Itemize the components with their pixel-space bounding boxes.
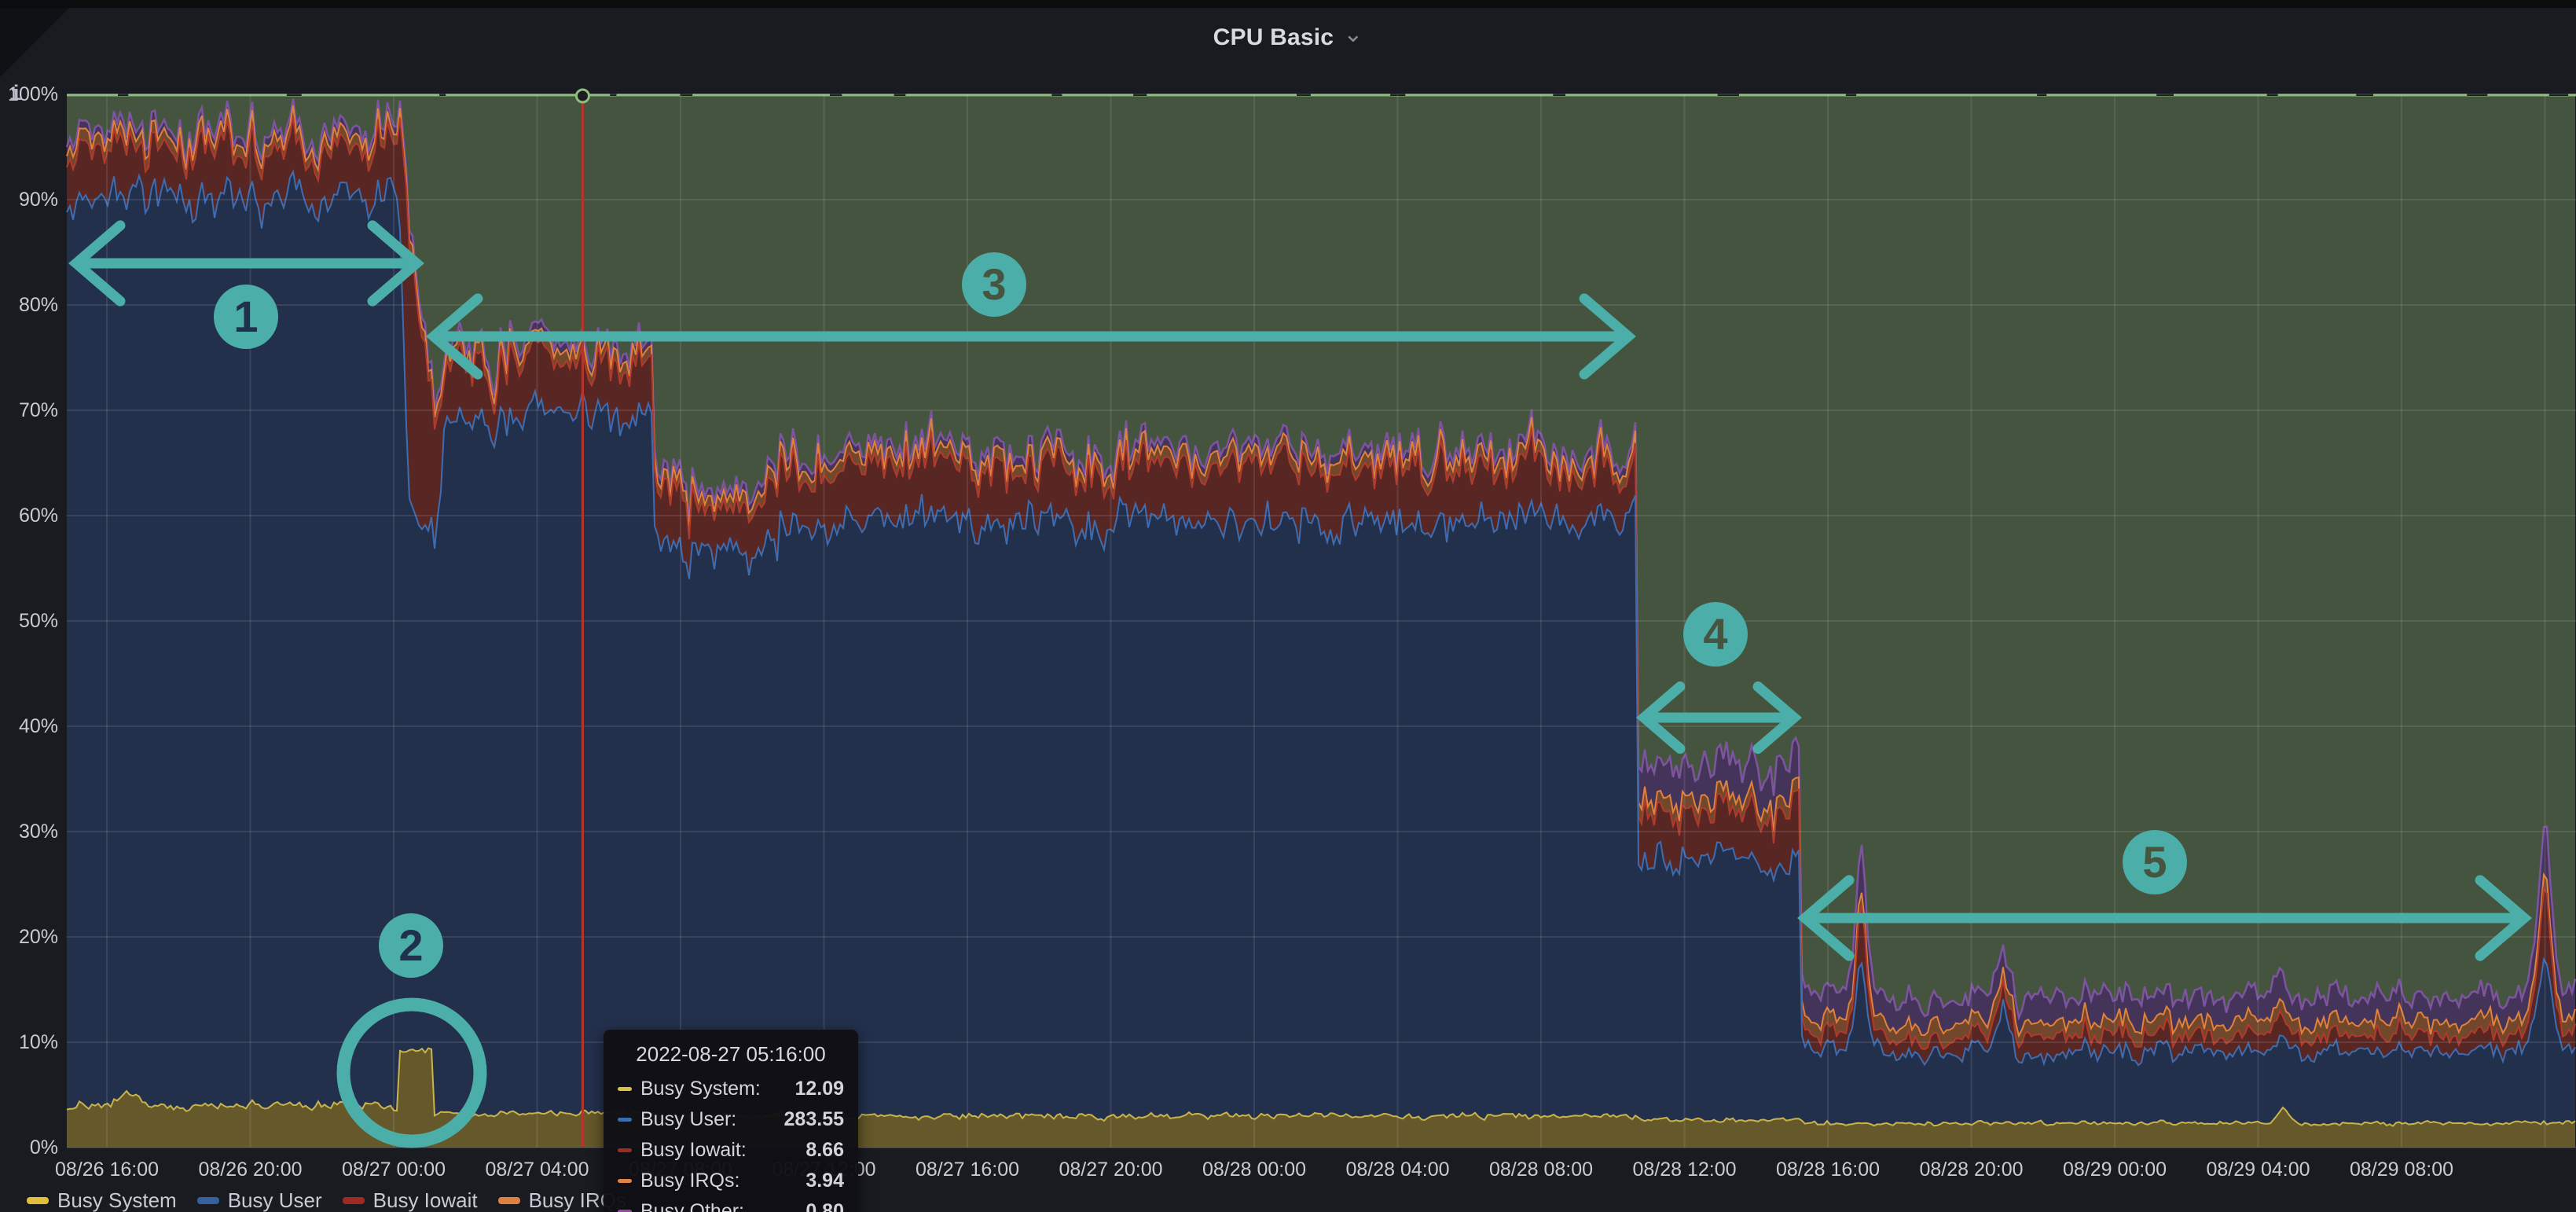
tooltip-series-value: 283.55 xyxy=(784,1108,844,1131)
tooltip-series-dash xyxy=(618,1148,632,1152)
tooltip-series-dash xyxy=(618,1179,632,1183)
annotation-overlay: 1 2 3 4 5 xyxy=(0,8,2576,1212)
tooltip-row: Busy IRQs:3.94 xyxy=(618,1170,844,1192)
annotation-badge-4: 4 xyxy=(1683,602,1748,667)
chevron-down-icon: ⌄ xyxy=(1343,27,1363,42)
annotation-badge-5: 5 xyxy=(2123,830,2187,894)
tooltip-series-label: Busy IRQs: xyxy=(640,1170,805,1192)
annotation-badge-3: 3 xyxy=(962,252,1026,317)
annotation-badge-2: 2 xyxy=(379,913,443,978)
tooltip-series-value: 3.94 xyxy=(805,1170,844,1192)
tooltip-series-dash xyxy=(618,1087,632,1091)
tooltip-row: Busy Iowait:8.66 xyxy=(618,1139,844,1162)
annotation-badge-number: 4 xyxy=(1703,609,1727,659)
tooltip-series-label: Busy User: xyxy=(640,1108,784,1131)
panel-title[interactable]: CPU Basic xyxy=(1213,24,1334,51)
info-icon: i xyxy=(9,83,22,107)
tooltip-series-label: Busy System: xyxy=(640,1078,794,1100)
annotation-badge-number: 3 xyxy=(982,259,1006,309)
tooltip-row: Busy Other:0.80 xyxy=(618,1200,844,1212)
annotation-badge-number: 1 xyxy=(233,292,258,341)
annotation-badge-number: 2 xyxy=(398,920,423,970)
tooltip: 2022-08-27 05:16:00 Busy System:12.09Bus… xyxy=(604,1030,858,1212)
panel-header[interactable]: CPU Basic ⌄ xyxy=(0,20,2576,55)
annotation-badge-1: 1 xyxy=(214,285,278,349)
tooltip-series-label: Busy Iowait: xyxy=(640,1139,805,1162)
tooltip-series-dash xyxy=(618,1118,632,1122)
grafana-page: i CPU Basic ⌄ 0%10%20%30%40%50%60%70%80%… xyxy=(0,0,2576,1212)
annotation-arrow-3 xyxy=(1644,686,1794,748)
annotation-arrow-2 xyxy=(434,299,1628,374)
tooltip-row: Busy System:12.09 xyxy=(618,1078,844,1100)
tooltip-series-value: 12.09 xyxy=(794,1078,844,1100)
tooltip-series-value: 0.80 xyxy=(805,1200,844,1212)
tooltip-series-value: 8.66 xyxy=(805,1139,844,1162)
tooltip-series-label: Busy Other: xyxy=(640,1200,805,1212)
annotation-badge-number: 5 xyxy=(2142,837,2167,887)
panel-info-corner[interactable]: i xyxy=(0,8,69,77)
cpu-basic-panel: i CPU Basic ⌄ 0%10%20%30%40%50%60%70%80%… xyxy=(0,8,2576,1212)
annotation-circle-highlight xyxy=(343,1004,480,1141)
tooltip-row: Busy User:283.55 xyxy=(618,1108,844,1131)
tooltip-timestamp: 2022-08-27 05:16:00 xyxy=(618,1042,844,1067)
